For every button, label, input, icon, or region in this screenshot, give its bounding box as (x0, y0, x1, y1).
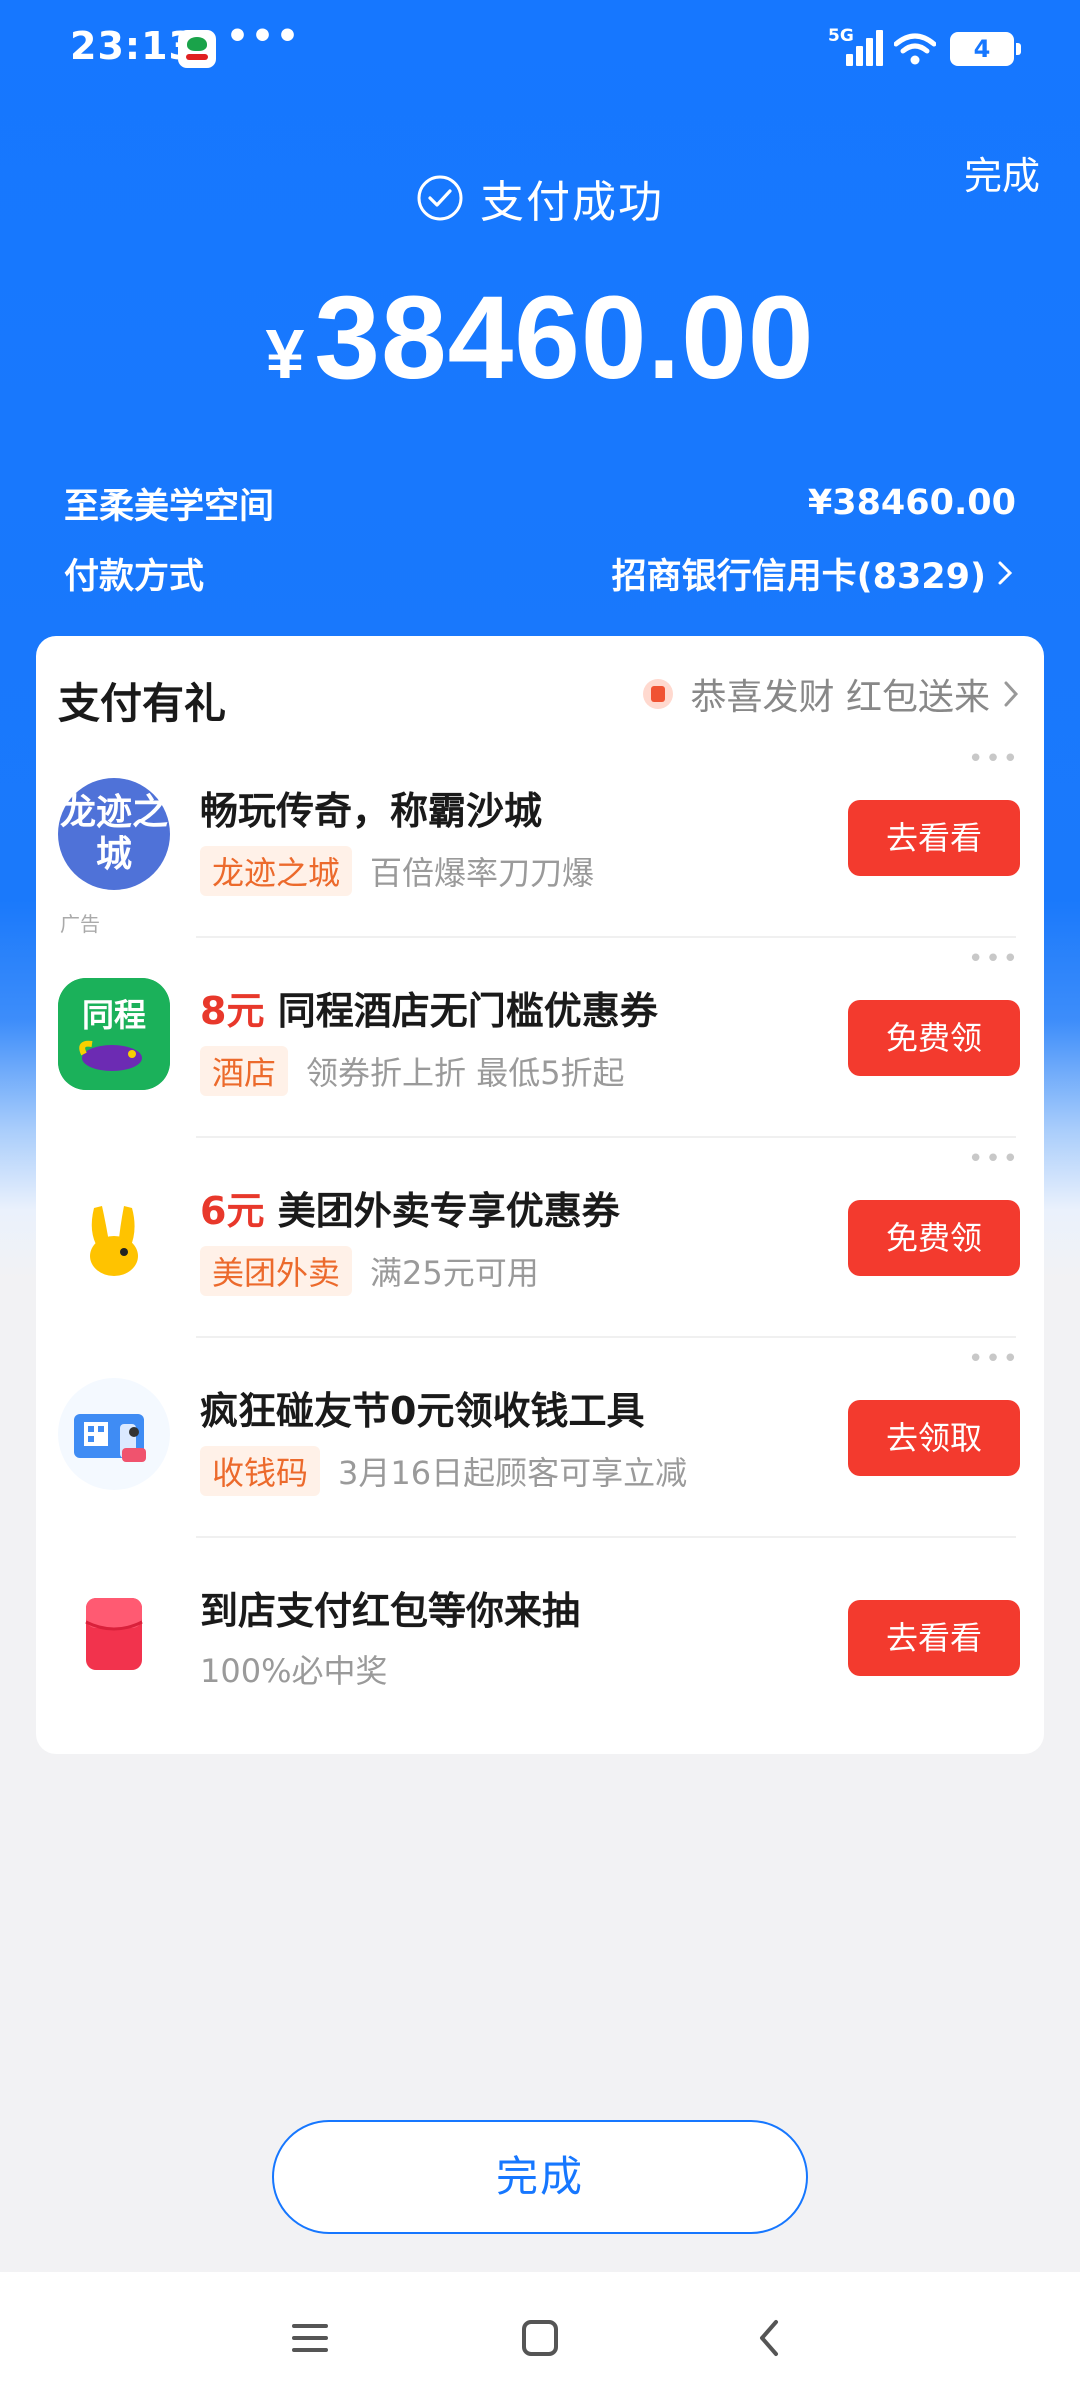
payment-qrcode-icon (58, 1378, 170, 1490)
chevron-right-icon (998, 561, 1013, 585)
reward-item-longji[interactable]: ••• 龙迹之城 广告 畅玩传奇，称霸沙城 龙迹之城 百倍爆率刀刀爆 去看看 (36, 738, 1044, 938)
reward-item-title: 畅玩传奇，称霸沙城 (200, 789, 543, 833)
reward-item-qrcode[interactable]: ••• 疯狂碰友节0元领收钱工具 收钱码 3月16日起顾客可享立减 去领取 (36, 1338, 1044, 1538)
reward-desc: 满25元可用 (370, 1254, 539, 1292)
card-title: 支付有礼 (58, 679, 227, 728)
done-button[interactable]: 完成 (272, 2120, 808, 2234)
reward-item-subtitle: 酒店 领券折上折 最低5折起 (200, 1046, 625, 1096)
reward-item-tongcheng[interactable]: ••• 同程 8元 同程酒店无门槛优惠券 酒店 领券折上折 最低5折起 免费领 (36, 938, 1044, 1138)
reward-item-title: 到店支付红包等你来抽 (200, 1589, 581, 1633)
merchant-amount: ¥38460.00 (807, 483, 1016, 523)
currency-symbol: ¥ (265, 315, 305, 393)
payment-rewards-card: 支付有礼 恭喜发财 红包送来 ••• 龙迹之城 广告 畅玩传奇，称霸沙城 龙迹之… (36, 636, 1044, 1754)
reward-item-subtitle: 100%必中奖 (200, 1646, 388, 1692)
tongcheng-hotel-icon: 同程 (58, 978, 170, 1090)
reward-item-title: 8元 同程酒店无门槛优惠券 (200, 989, 658, 1033)
payment-method-value: 招商银行信用卡(8329) (611, 556, 986, 597)
more-options-icon[interactable]: ••• (968, 1344, 1020, 1374)
notification-more-icon: ••• (226, 16, 302, 57)
system-nav-bar (0, 2272, 1080, 2400)
status-bar: 23:13 ••• 5G 4 (0, 0, 1080, 100)
claim-free-button[interactable]: 免费领 (848, 1200, 1020, 1276)
more-options-icon[interactable]: ••• (968, 1144, 1020, 1174)
ad-label: 广告 (60, 912, 100, 936)
reward-desc: 100%必中奖 (200, 1652, 388, 1690)
reward-tag: 收钱码 (200, 1446, 321, 1496)
reward-item-title: 6元 美团外卖专享优惠券 (200, 1189, 620, 1233)
payment-method-row[interactable]: 付款方式 招商银行信用卡(8329) (64, 548, 1016, 598)
meituan-rabbit-icon (58, 1178, 170, 1290)
merchant-name: 至柔美学空间 (64, 486, 275, 527)
reward-item-meituan[interactable]: ••• 6元 美团外卖专享优惠券 美团外卖 满25元可用 免费领 (36, 1138, 1044, 1338)
signal-strength-icon (838, 28, 884, 66)
carrier-app-icon (178, 30, 216, 68)
reward-item-subtitle: 收钱码 3月16日起顾客可享立减 (200, 1446, 687, 1496)
tongcheng-logo-text: 同程 (82, 996, 146, 1034)
reward-tag: 美团外卖 (200, 1246, 353, 1296)
menu-icon[interactable] (280, 2310, 340, 2366)
longji-game-icon: 龙迹之城 (58, 778, 170, 890)
chevron-right-icon (1004, 681, 1019, 707)
claim-free-button[interactable]: 免费领 (848, 1000, 1020, 1076)
go-look-button[interactable]: 去看看 (848, 800, 1020, 876)
amount-value: 38460.00 (314, 272, 815, 404)
reward-item-subtitle: 美团外卖 满25元可用 (200, 1246, 539, 1296)
more-options-icon[interactable]: ••• (968, 944, 1020, 974)
red-packet-small-icon (642, 679, 673, 709)
more-options-icon[interactable]: ••• (968, 744, 1020, 774)
battery-icon: 4 (950, 32, 1021, 66)
paid-amount: ¥ 38460.00 (0, 270, 1080, 404)
payment-success-screen: 23:13 ••• 5G 4 完成 支付成功 ¥ 38460.00 至柔美学空间… (0, 0, 1080, 2400)
home-icon[interactable] (510, 2310, 570, 2366)
red-packet-promo-link[interactable]: 恭喜发财 红包送来 (642, 668, 1022, 720)
wifi-icon (894, 33, 936, 65)
reward-item-subtitle: 龙迹之城 百倍爆率刀刀爆 (200, 846, 594, 896)
reward-tag: 龙迹之城 (200, 846, 353, 896)
reward-desc: 3月16日起顾客可享立减 (338, 1454, 688, 1492)
go-look-button[interactable]: 去看看 (848, 1600, 1020, 1676)
red-packet-icon (58, 1578, 170, 1690)
promo-text: 恭喜发财 红包送来 (690, 677, 990, 718)
reward-desc: 百倍爆率刀刀爆 (370, 854, 595, 892)
reward-desc: 领券折上折 最低5折起 (306, 1054, 625, 1092)
reward-item-red-packet[interactable]: 到店支付红包等你来抽 100%必中奖 去看看 (36, 1538, 1044, 1738)
merchant-row: 至柔美学空间 ¥38460.00 (64, 478, 1016, 528)
payment-status: 支付成功 (0, 168, 1080, 228)
claim-button[interactable]: 去领取 (848, 1400, 1020, 1476)
success-text: 支付成功 (480, 177, 664, 228)
check-circle-icon (417, 175, 463, 221)
payment-method-label: 付款方式 (64, 556, 205, 597)
reward-item-title: 疯狂碰友节0元领收钱工具 (200, 1389, 645, 1433)
reward-tag: 酒店 (200, 1046, 289, 1096)
back-icon[interactable] (740, 2310, 800, 2366)
